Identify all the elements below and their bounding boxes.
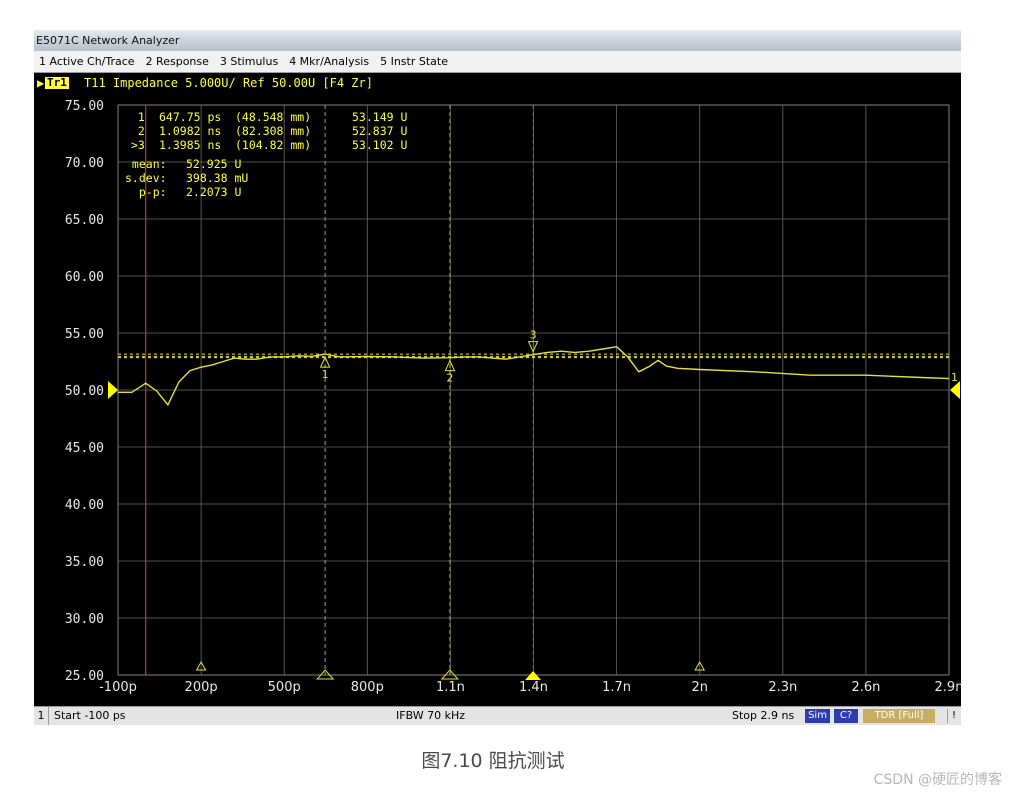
y-tick-label: 65.00: [65, 213, 104, 228]
marker-3-value: 53.102 U: [352, 138, 407, 152]
trace-badge[interactable]: Tr1: [45, 77, 69, 89]
menu-active-ch-trace[interactable]: 1 Active Ch/Trace: [34, 55, 141, 68]
status-stop[interactable]: Stop 2.9 ns: [732, 707, 794, 725]
x-tick-label: 2.9n: [935, 680, 961, 695]
x-tick-label: -100p: [99, 680, 137, 695]
window-title-bar[interactable]: E5071C Network Analyzer: [34, 30, 961, 51]
x-tick-label: 200p: [185, 680, 218, 695]
status-cal-badge[interactable]: C?: [834, 709, 858, 723]
y-tick-label: 70.00: [65, 156, 104, 171]
x-tick-label: 800p: [351, 680, 384, 695]
status-warning-icon[interactable]: !: [947, 709, 960, 723]
status-bar: 1 Start -100 ps IFBW 70 kHz Stop 2.9 ns …: [34, 706, 961, 725]
stat-mean-label: mean:: [125, 157, 167, 171]
x-tick-label: 1.4n: [519, 680, 548, 695]
marker-1-dist: (48.548 mm): [235, 110, 311, 124]
right-reference-label: 1: [951, 371, 958, 384]
analyzer-window: E5071C Network Analyzer 1 Active Ch/Trac…: [34, 30, 961, 725]
x-tick-label: 1.1n: [436, 680, 465, 695]
y-tick-label: 35.00: [65, 555, 104, 570]
y-tick-label: 75.00: [65, 99, 104, 114]
trace-bar: ▶ Tr1 T11 Impedance 5.000U/ Ref 50.00U […: [34, 73, 961, 93]
chart-area: 1 75.00 70.00 65.00 60.00 55.00 50.00 45.00 40.…: [34, 93, 961, 706]
marker-2-value: 52.837 U: [352, 124, 407, 138]
watermark-text: CSDN @硬匠的博客: [873, 772, 1002, 788]
x-tick-label: 2.3n: [768, 680, 797, 695]
y-tick-label: 50.00: [65, 384, 104, 399]
marker-2-label-text: 2: [446, 372, 453, 385]
figure-caption: 图7.10 阻抗测试: [421, 750, 565, 772]
stat-sdev-value: 398.38 mU: [186, 171, 248, 185]
stat-pp-label: p-p:: [125, 185, 167, 199]
y-tick-label: 60.00: [65, 270, 104, 285]
marker-2-dist: (82.308 mm): [235, 124, 311, 138]
status-start[interactable]: Start -100 ps: [54, 707, 126, 725]
menu-stimulus[interactable]: 3 Stimulus: [215, 55, 284, 68]
status-ifbw[interactable]: IFBW 70 kHz: [396, 707, 465, 725]
marker-2-time: 1.0982 ns: [159, 124, 221, 138]
y-tick-label: 55.00: [65, 327, 104, 342]
marker-1-label-text: 1: [322, 368, 329, 381]
status-tdr-badge[interactable]: TDR [Full]: [863, 709, 935, 723]
marker-3-dist: (104.82 mm): [235, 138, 311, 152]
marker-3-time: 1.3985 ns: [159, 138, 221, 152]
stat-sdev-label: s.dev:: [125, 171, 167, 185]
marker-2-label: 2: [131, 124, 145, 138]
marker-1-label: 1: [131, 110, 145, 124]
y-tick-label: 45.00: [65, 441, 104, 456]
x-tick-label: 1.7n: [602, 680, 631, 695]
status-sim-badge[interactable]: Sim: [805, 709, 830, 723]
status-channel[interactable]: 1: [34, 707, 49, 725]
window-title: E5071C Network Analyzer: [36, 34, 180, 47]
y-tick-label: 30.00: [65, 612, 104, 627]
stat-mean-value: 52.925 U: [186, 157, 241, 171]
marker-3-label: >3: [131, 138, 145, 152]
menu-instr-state[interactable]: 5 Instr State: [375, 55, 454, 68]
x-tick-label: 2.6n: [851, 680, 880, 695]
menu-response[interactable]: 2 Response: [141, 55, 215, 68]
y-tick-label: 40.00: [65, 498, 104, 513]
stat-pp-value: 2.2073 U: [186, 185, 241, 199]
marker-3-label-text: 3: [530, 329, 537, 342]
menu-bar: 1 Active Ch/Trace 2 Response 3 Stimulus …: [34, 51, 961, 73]
marker-1-value: 53.149 U: [352, 110, 407, 124]
x-tick-label: 500p: [268, 680, 301, 695]
menu-mkr-analysis[interactable]: 4 Mkr/Analysis: [284, 55, 375, 68]
marker-1-time: 647.75 ps: [159, 110, 221, 124]
trace-info: T11 Impedance 5.000U/ Ref 50.00U [F4 Zr]: [84, 76, 373, 90]
active-trace-arrow-icon: ▶: [37, 76, 45, 90]
x-tick-label: 2n: [691, 680, 708, 695]
